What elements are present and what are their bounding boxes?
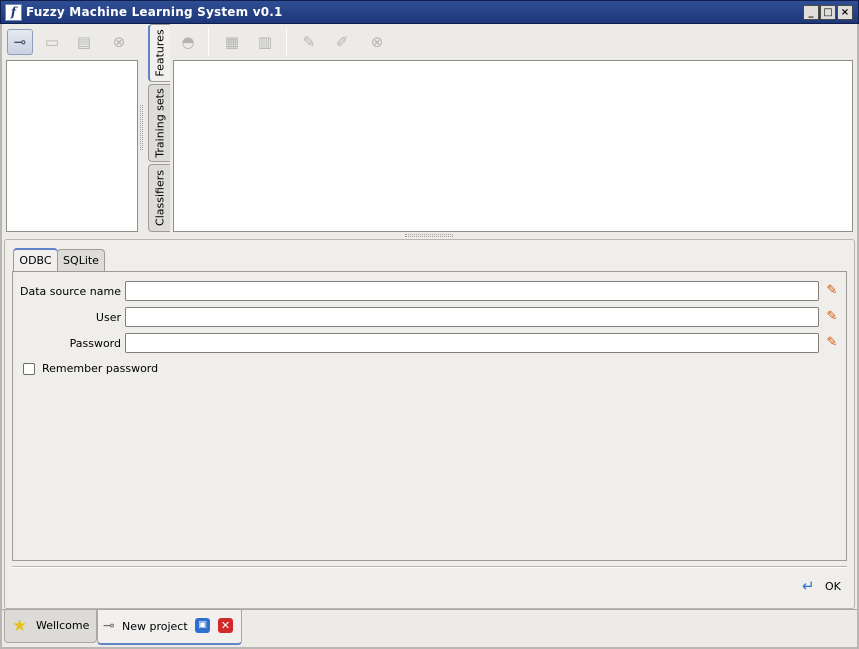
remember-password-checkbox[interactable] [23, 363, 35, 375]
cancel-icon: ⊗ [370, 33, 384, 51]
tab-wellcome[interactable]: ★ Wellcome [4, 610, 97, 643]
connect-icon: ⊸ [13, 33, 27, 51]
user-input[interactable] [125, 307, 819, 327]
tab-features-label: Features [153, 29, 167, 77]
tab-classifiers[interactable]: Classifiers [148, 164, 170, 232]
connect-button[interactable]: ⊸ [7, 29, 33, 55]
tab-training-sets[interactable]: Training sets [148, 84, 170, 162]
new-project-button[interactable]: ▭ [39, 29, 65, 55]
remember-password-label: Remember password [42, 362, 159, 375]
title-bar[interactable]: f Fuzzy Machine Learning System v0.1 _ □… [0, 0, 859, 24]
brush-icon: ✐ [335, 33, 349, 51]
user-label: User [95, 311, 121, 324]
dsn-input[interactable] [125, 281, 819, 301]
toolbar-separator [286, 28, 287, 56]
brush-button[interactable]: ✐ [329, 29, 355, 55]
dsn-edit-button[interactable]: ✎ [824, 283, 840, 299]
edit-icon: ✎ [826, 283, 838, 298]
tab-features[interactable]: Features [148, 24, 170, 82]
ok-arrow-icon: ↵ [802, 577, 815, 595]
close-button[interactable]: × [837, 5, 853, 20]
tab-new-project[interactable]: ⊸ New project ▣ ✕ [97, 610, 242, 645]
password-input[interactable] [125, 333, 819, 353]
ok-button[interactable]: ↵ OK [800, 575, 845, 597]
feature-add-icon: ▦ [224, 33, 240, 51]
features-list[interactable] [173, 60, 853, 232]
feature-button[interactable]: ◓ [175, 29, 201, 55]
project-tree[interactable] [6, 60, 138, 232]
user-edit-button[interactable]: ✎ [824, 309, 840, 325]
tab-sqlite[interactable]: SQLite [57, 249, 105, 272]
plug-icon: ⊸ [103, 618, 115, 634]
star-icon: ★ [12, 616, 28, 636]
window-title: Fuzzy Machine Learning System v0.1 [26, 5, 283, 19]
tab-training-sets-label: Training sets [153, 88, 166, 158]
close-tab-button[interactable]: ✕ [218, 618, 233, 633]
feature-import-icon: ▥ [257, 33, 273, 51]
tab-wellcome-label: Wellcome [36, 619, 90, 632]
horizontal-splitter[interactable] [405, 234, 453, 237]
password-edit-button[interactable]: ✎ [824, 335, 840, 351]
restore-tab-button[interactable]: ▣ [195, 618, 210, 633]
toolbar-separator [208, 28, 209, 56]
add-project-icon: ▭ [44, 33, 60, 51]
edit-icon: ✎ [302, 33, 316, 51]
vertical-splitter[interactable] [140, 105, 143, 150]
feature-add-button[interactable]: ▦ [219, 29, 245, 55]
dsn-label: Data source name [20, 285, 121, 298]
feature-icon: ◓ [181, 33, 195, 51]
edit-icon: ✎ [826, 309, 838, 324]
maximize-button[interactable]: □ [820, 5, 836, 20]
app-logo-icon: f [5, 4, 22, 21]
delete-icon: ⊗ [112, 33, 126, 51]
divider [12, 566, 847, 568]
minimize-button[interactable]: _ [803, 5, 819, 20]
password-label: Password [69, 337, 121, 350]
edit-button[interactable]: ✎ [296, 29, 322, 55]
delete-button[interactable]: ⊗ [106, 29, 132, 55]
cancel-button[interactable]: ⊗ [364, 29, 390, 55]
edit-icon: ✎ [826, 335, 838, 350]
tab-classifiers-label: Classifiers [153, 170, 166, 226]
tab-new-project-label: New project [122, 620, 188, 633]
tab-odbc[interactable]: ODBC [13, 248, 58, 272]
ok-label: OK [825, 580, 841, 593]
add-item-icon: ▤ [76, 33, 92, 51]
feature-import-button[interactable]: ▥ [252, 29, 278, 55]
add-item-button[interactable]: ▤ [71, 29, 97, 55]
